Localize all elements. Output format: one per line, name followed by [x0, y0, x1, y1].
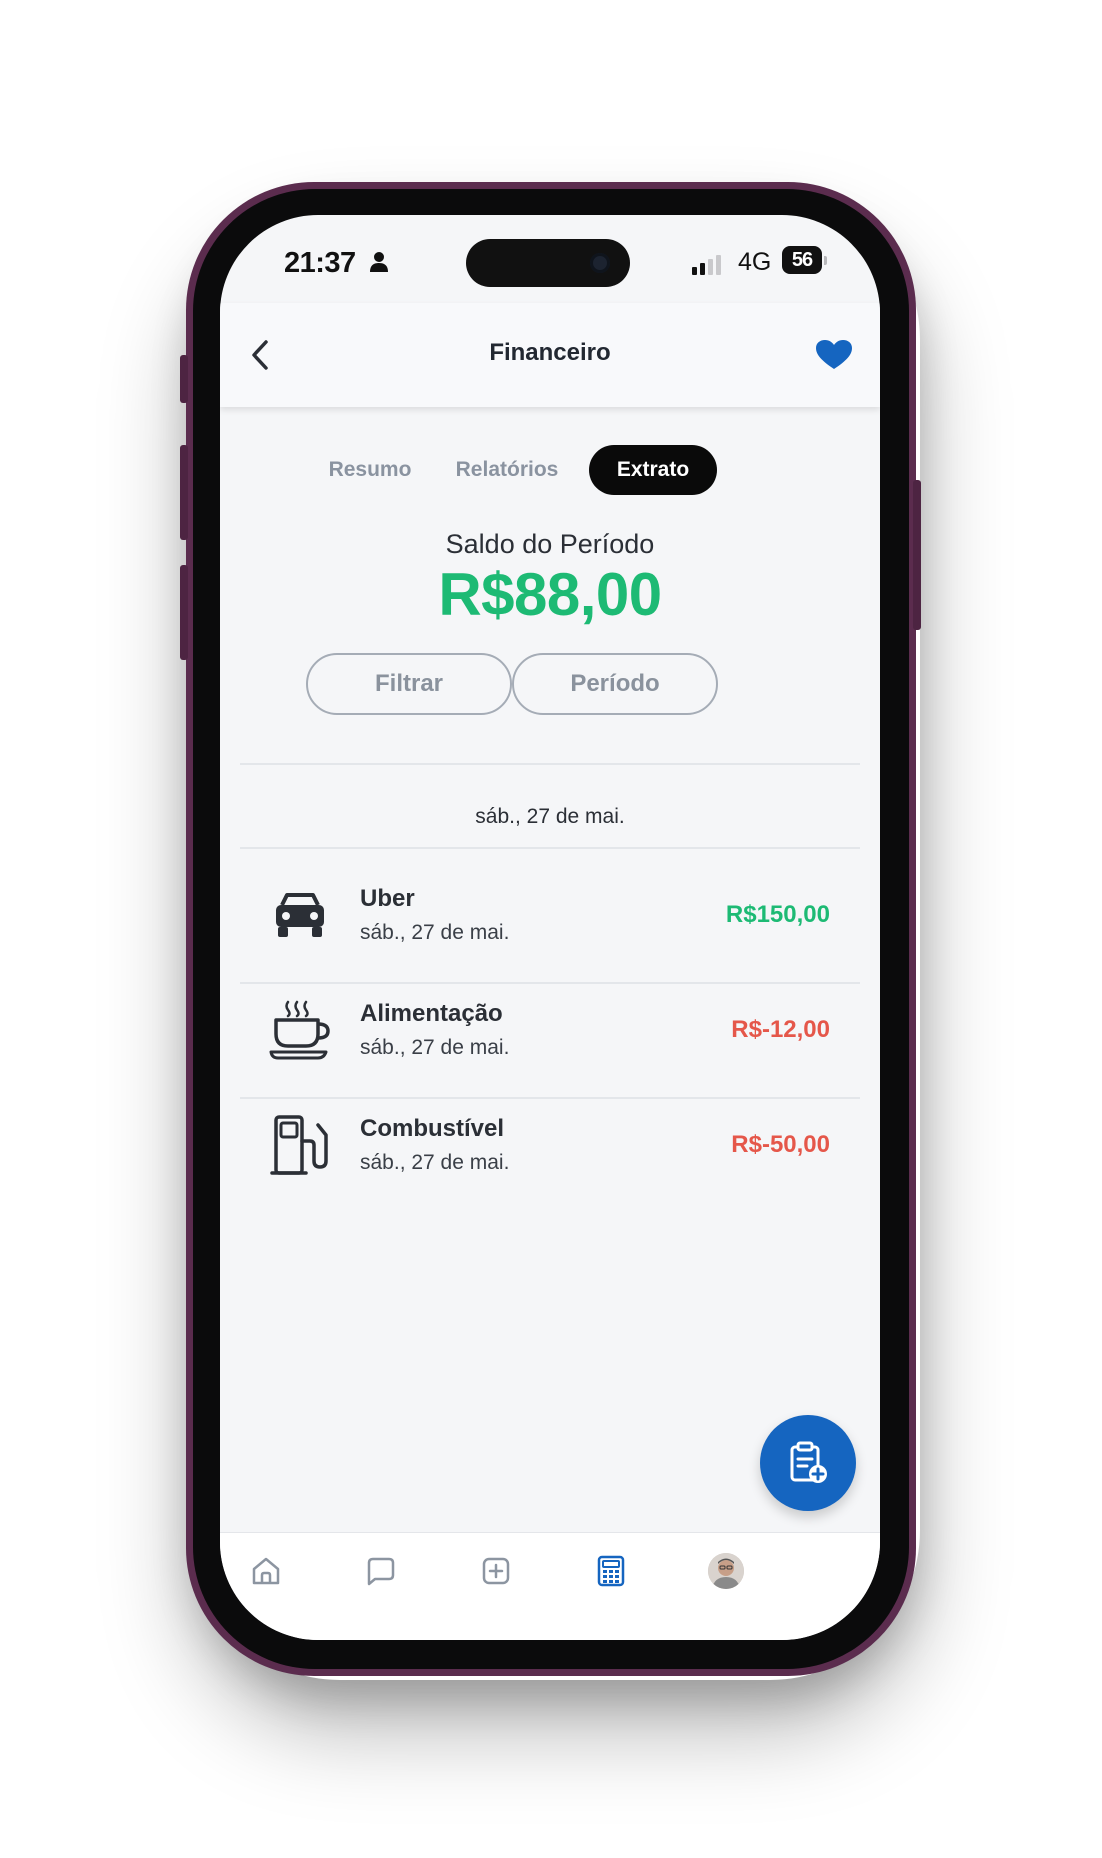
avatar	[708, 1553, 744, 1589]
side-button-volume-up	[180, 445, 188, 540]
divider	[240, 763, 860, 765]
bottom-tab-bar	[220, 1532, 880, 1640]
clipboard-add-icon	[790, 1441, 827, 1483]
transaction-date: sáb., 27 de mai.	[360, 921, 510, 944]
network-label: 4G	[738, 248, 772, 276]
transaction-title: Uber	[360, 885, 415, 912]
coffee-cup-icon	[269, 1000, 330, 1060]
transaction-row[interactable]: Combustível sáb., 27 de mai. R$-50,00	[240, 1079, 860, 1213]
avatar-image	[708, 1553, 744, 1589]
plus-square-icon	[482, 1557, 510, 1585]
camera-icon	[590, 253, 610, 273]
battery-icon: 56	[782, 246, 822, 274]
transaction-amount: R$-12,00	[731, 1016, 830, 1043]
signal-bars-icon	[692, 255, 721, 275]
heart-icon	[816, 340, 852, 369]
fuel-pump-icon	[270, 1115, 328, 1175]
date-group-header: sáb., 27 de mai.	[475, 805, 625, 828]
balance-label: Saldo do Período	[445, 529, 655, 559]
calculator-icon	[597, 1555, 625, 1587]
phone-screen: 21:37 4G 56 Financeiro Resumo Relatórios…	[220, 215, 880, 1640]
transaction-amount: R$150,00	[725, 901, 830, 928]
tab-extrato[interactable]: Extrato	[589, 445, 717, 495]
status-time: 21:37	[284, 247, 356, 279]
tab-profile[interactable]	[706, 1551, 746, 1591]
transaction-amount: R$-50,00	[731, 1131, 830, 1158]
tab-home[interactable]	[246, 1551, 286, 1591]
tab-relatorios[interactable]: Relatórios	[442, 445, 572, 495]
transaction-row[interactable]: Alimentação sáb., 27 de mai. R$-12,00	[240, 964, 860, 1098]
person-icon	[370, 252, 388, 272]
battery-level: 56	[791, 248, 813, 271]
transaction-date: sáb., 27 de mai.	[360, 1151, 510, 1174]
dynamic-island	[466, 239, 630, 287]
car-icon	[276, 893, 324, 937]
side-button-power	[913, 480, 921, 630]
segmented-tabs: Resumo Relatórios Extrato	[220, 445, 880, 495]
favorite-button[interactable]	[812, 335, 856, 375]
balance-value: R$88,00	[438, 561, 662, 628]
transaction-title: Alimentação	[360, 1000, 503, 1027]
tab-resumo[interactable]: Resumo	[316, 445, 424, 495]
transaction-row[interactable]: Uber sáb., 27 de mai. R$150,00	[240, 849, 860, 983]
transaction-title: Combustível	[360, 1115, 505, 1142]
tab-chat[interactable]	[361, 1551, 401, 1591]
transaction-date: sáb., 27 de mai.	[360, 1036, 510, 1059]
tab-financeiro[interactable]	[591, 1551, 631, 1591]
add-entry-button[interactable]	[760, 1415, 856, 1511]
tab-add[interactable]	[476, 1551, 516, 1591]
period-button[interactable]: Período	[512, 653, 718, 715]
battery-tip	[824, 256, 827, 265]
app-header: Financeiro	[220, 303, 880, 407]
page-title: Financeiro	[489, 339, 611, 366]
filter-button[interactable]: Filtrar	[306, 653, 512, 715]
side-button-volume-down	[180, 565, 188, 660]
home-icon	[252, 1557, 280, 1585]
chat-icon	[367, 1557, 395, 1586]
side-button-action	[180, 355, 188, 403]
